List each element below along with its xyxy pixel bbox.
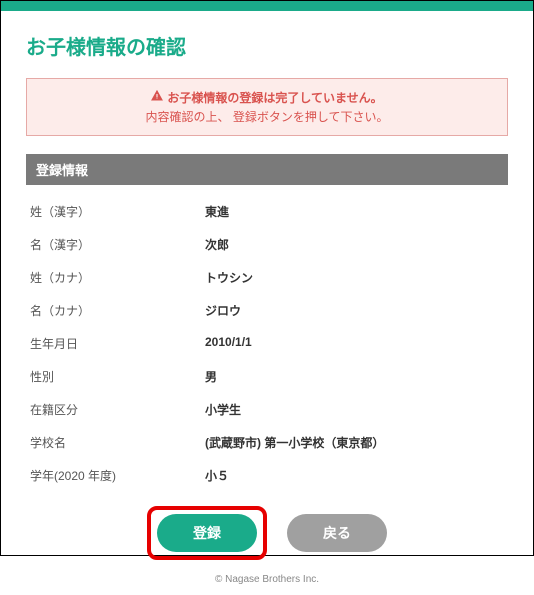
label-grade: 学年(2020 年度)	[30, 467, 205, 484]
row-gender: 性別 男	[30, 360, 504, 393]
value-last-name-kana: トウシン	[205, 269, 504, 286]
label-first-name-kanji: 名（漢字）	[30, 236, 205, 253]
row-last-name-kana: 姓（カナ） トウシン	[30, 261, 504, 294]
value-gender: 男	[205, 368, 504, 385]
row-birthdate: 生年月日 2010/1/1	[30, 327, 504, 360]
label-enrollment: 在籍区分	[30, 401, 205, 418]
alert-line-1: お子様情報の登録は完了していません。	[37, 89, 497, 106]
label-school: 学校名	[30, 434, 205, 451]
label-gender: 性別	[30, 368, 205, 385]
alert-text-1: お子様情報の登録は完了していません。	[167, 89, 382, 106]
top-accent-bar	[1, 1, 533, 11]
value-first-name-kanji: 次郎	[205, 236, 504, 253]
row-school: 学校名 (武蔵野市) 第一小学校（東京都）	[30, 426, 504, 459]
value-first-name-kana: ジロウ	[205, 302, 504, 319]
row-enrollment: 在籍区分 小学生	[30, 393, 504, 426]
row-first-name-kanji: 名（漢字） 次郎	[30, 228, 504, 261]
label-last-name-kanji: 姓（漢字）	[30, 203, 205, 220]
register-highlight: 登録	[147, 506, 267, 560]
row-first-name-kana: 名（カナ） ジロウ	[30, 294, 504, 327]
info-table: 姓（漢字） 東進 名（漢字） 次郎 姓（カナ） トウシン 名（カナ） ジロウ 生…	[26, 195, 508, 492]
register-button[interactable]: 登録	[157, 514, 257, 552]
value-enrollment: 小学生	[205, 401, 504, 418]
row-grade: 学年(2020 年度) 小５	[30, 459, 504, 492]
label-birthdate: 生年月日	[30, 335, 205, 352]
main-container: お子様情報の確認 お子様情報の登録は完了していません。 内容確認の上、 登録ボタ…	[1, 11, 533, 595]
footer-copyright: © Nagase Brothers Inc.	[26, 574, 508, 585]
value-school: (武蔵野市) 第一小学校（東京都）	[205, 434, 504, 451]
value-last-name-kanji: 東進	[205, 203, 504, 220]
label-first-name-kana: 名（カナ）	[30, 302, 205, 319]
warning-icon	[151, 90, 163, 105]
value-birthdate: 2010/1/1	[205, 335, 504, 352]
label-last-name-kana: 姓（カナ）	[30, 269, 205, 286]
alert-text-2: 内容確認の上、 登録ボタンを押して下さい。	[37, 108, 497, 125]
back-button[interactable]: 戻る	[287, 514, 387, 552]
page-title: お子様情報の確認	[26, 31, 508, 60]
button-row: 登録 戻る	[26, 506, 508, 560]
alert-box: お子様情報の登録は完了していません。 内容確認の上、 登録ボタンを押して下さい。	[26, 78, 508, 136]
section-header: 登録情報	[26, 154, 508, 185]
row-last-name-kanji: 姓（漢字） 東進	[30, 195, 504, 228]
value-grade: 小５	[205, 467, 504, 484]
